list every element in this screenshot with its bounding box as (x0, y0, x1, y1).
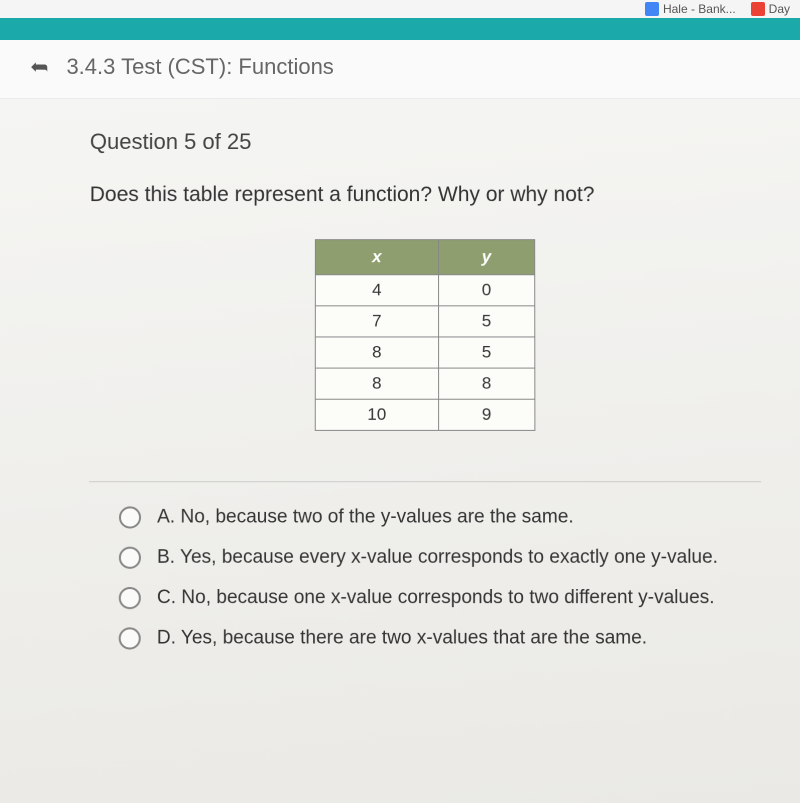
option-d[interactable]: D. Yes, because there are two x-values t… (119, 627, 762, 649)
browser-bookmarks-bar: Hale - Bank... Day (0, 0, 800, 18)
radio-icon[interactable] (119, 506, 141, 528)
bookmark-hale-bank[interactable]: Hale - Bank... (645, 2, 736, 16)
table-header-x: x (315, 240, 438, 275)
radio-icon[interactable] (119, 587, 141, 609)
question-number-label: Question 5 of 25 (90, 129, 760, 155)
bookmark-favicon-icon (751, 2, 765, 16)
test-header-bar: ➦ 3.4.3 Test (CST): Functions (0, 40, 800, 99)
option-b[interactable]: B. Yes, because every x-value correspond… (119, 547, 762, 569)
question-content-area: Question 5 of 25 Does this table represe… (0, 99, 800, 803)
test-title: 3.4.3 Test (CST): Functions (66, 54, 333, 80)
table-row: 8 8 (315, 368, 535, 399)
function-data-table: x y 4 0 7 5 8 5 8 8 10 9 (315, 239, 536, 431)
teal-header-band (0, 18, 800, 40)
bookmark-day[interactable]: Day (751, 2, 790, 16)
table-cell-x: 10 (315, 399, 438, 430)
table-row: 4 0 (315, 275, 534, 306)
table-row: 7 5 (315, 306, 534, 337)
radio-icon[interactable] (119, 627, 141, 649)
table-cell-y: 9 (438, 399, 535, 430)
table-cell-y: 5 (438, 337, 535, 368)
table-cell-x: 7 (315, 306, 438, 337)
option-c-text: C. No, because one x-value corresponds t… (157, 587, 715, 609)
option-d-text: D. Yes, because there are two x-values t… (157, 627, 647, 649)
table-cell-y: 5 (438, 306, 535, 337)
section-divider (89, 481, 761, 482)
table-cell-y: 0 (438, 275, 534, 306)
bookmark-favicon-icon (645, 2, 659, 16)
answer-options-list: A. No, because two of the y-values are t… (89, 506, 762, 649)
option-a-text: A. No, because two of the y-values are t… (157, 506, 574, 528)
bookmark-label: Day (769, 2, 790, 16)
option-a[interactable]: A. No, because two of the y-values are t… (119, 506, 761, 528)
radio-icon[interactable] (119, 547, 141, 569)
option-c[interactable]: C. No, because one x-value corresponds t… (119, 587, 762, 609)
table-cell-y: 8 (438, 368, 535, 399)
table-cell-x: 4 (315, 275, 438, 306)
table-cell-x: 8 (315, 368, 438, 399)
table-row: 10 9 (315, 399, 535, 430)
back-arrow-icon[interactable]: ➦ (30, 54, 48, 80)
table-header-y: y (438, 240, 534, 275)
bookmark-label: Hale - Bank... (663, 2, 736, 16)
table-row: 8 5 (315, 337, 535, 368)
option-b-text: B. Yes, because every x-value correspond… (157, 547, 718, 569)
table-cell-x: 8 (315, 337, 438, 368)
question-prompt-text: Does this table represent a function? Wh… (90, 183, 761, 207)
